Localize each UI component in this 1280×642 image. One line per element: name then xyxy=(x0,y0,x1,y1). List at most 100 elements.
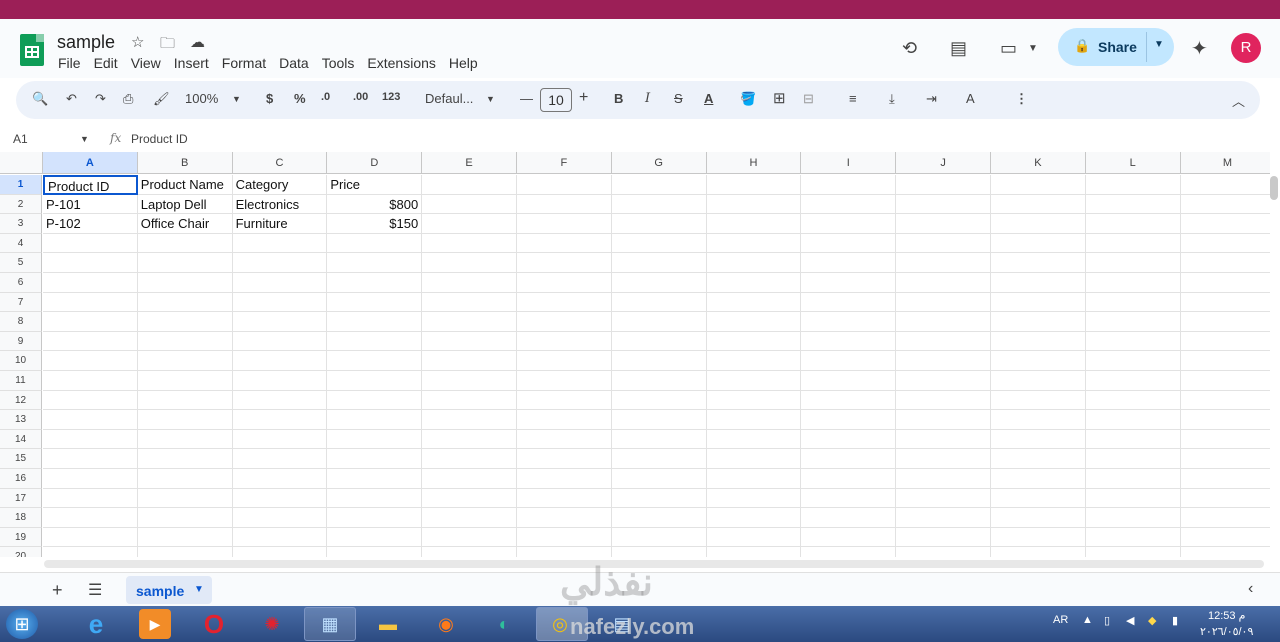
cell-c4[interactable] xyxy=(232,233,328,254)
cell-a2[interactable]: P-101 xyxy=(43,194,138,215)
menu-edit[interactable]: Edit xyxy=(94,55,118,71)
cell-k5[interactable] xyxy=(991,253,1086,273)
cell-g11[interactable] xyxy=(611,371,707,391)
cell-c14[interactable] xyxy=(232,429,328,450)
cell-a20[interactable] xyxy=(43,547,138,557)
cell-e5[interactable] xyxy=(422,253,517,273)
cell-k15[interactable] xyxy=(991,449,1086,469)
cell-j2[interactable] xyxy=(896,194,991,215)
cell-e12[interactable] xyxy=(422,390,517,411)
cell-m20[interactable] xyxy=(1181,547,1270,557)
undo-icon[interactable]: ↶ xyxy=(66,91,77,107)
cell-b10[interactable] xyxy=(137,351,233,371)
cell-a4[interactable] xyxy=(43,233,138,254)
menu-extensions[interactable]: Extensions xyxy=(367,55,435,71)
cell-f15[interactable] xyxy=(517,449,612,469)
cell-g17[interactable] xyxy=(611,488,707,509)
tray-expand-icon[interactable]: ▲ xyxy=(1082,614,1093,626)
cell-g3[interactable] xyxy=(611,214,707,234)
more-formats-button[interactable]: 123 xyxy=(382,91,400,103)
cell-k19[interactable] xyxy=(991,527,1086,548)
comments-icon[interactable]: ▤ xyxy=(950,38,967,59)
cloud-icon[interactable]: ☁ xyxy=(190,33,205,51)
cell-j10[interactable] xyxy=(896,351,991,371)
cell-f10[interactable] xyxy=(517,351,612,371)
cell-a6[interactable] xyxy=(43,273,138,293)
collapse-side-panel-icon[interactable]: ‹ xyxy=(1248,580,1253,598)
cell-c18[interactable] xyxy=(232,508,328,528)
cell-g16[interactable] xyxy=(611,469,707,489)
merge-cells-icon[interactable]: ⊟ xyxy=(803,91,814,107)
row-header-13[interactable]: 13 xyxy=(0,410,42,430)
cell-d1[interactable]: Price xyxy=(327,175,423,195)
cell-j18[interactable] xyxy=(896,508,991,528)
row-header-9[interactable]: 9 xyxy=(0,331,42,352)
column-header-i[interactable]: I xyxy=(801,152,897,174)
cell-j14[interactable] xyxy=(896,429,991,450)
row-header-11[interactable]: 11 xyxy=(0,371,42,391)
cell-b3[interactable]: Office Chair xyxy=(137,214,233,234)
cell-g13[interactable] xyxy=(611,410,707,430)
cell-i1[interactable] xyxy=(801,175,897,195)
cell-e4[interactable] xyxy=(422,233,517,254)
cell-e7[interactable] xyxy=(422,292,517,313)
cell-m1[interactable] xyxy=(1180,175,1270,195)
cell-l4[interactable] xyxy=(1085,233,1181,254)
cell-i18[interactable] xyxy=(801,508,897,528)
menu-tools[interactable]: Tools xyxy=(322,55,355,71)
cell-a8[interactable] xyxy=(43,312,138,332)
cell-d8[interactable] xyxy=(327,312,423,332)
cell-a1[interactable]: Product ID xyxy=(43,175,138,195)
cell-h8[interactable] xyxy=(706,312,802,332)
clock-time[interactable]: 12:53 م xyxy=(1208,609,1245,622)
cell-a15[interactable] xyxy=(43,449,138,469)
text-wrapping-icon[interactable]: ⇥ xyxy=(926,91,937,107)
cell-j20[interactable] xyxy=(896,547,991,557)
cell-h17[interactable] xyxy=(706,488,802,509)
cell-m11[interactable] xyxy=(1180,371,1270,391)
cell-f11[interactable] xyxy=(517,371,612,391)
cell-j17[interactable] xyxy=(896,488,991,509)
cell-b18[interactable] xyxy=(137,508,233,528)
cell-j9[interactable] xyxy=(896,331,991,352)
font-family-select[interactable]: Defaul... xyxy=(425,91,473,106)
italic-button[interactable]: I xyxy=(645,91,650,106)
sheet-tab-sample[interactable]: sample ▼ xyxy=(126,576,212,604)
cell-k6[interactable] xyxy=(991,273,1086,293)
cell-g4[interactable] xyxy=(611,233,707,254)
cell-b20[interactable] xyxy=(138,547,233,557)
all-sheets-icon[interactable]: ☰ xyxy=(88,580,102,600)
cell-l2[interactable] xyxy=(1085,194,1181,215)
share-chevron-down-icon[interactable]: ▼ xyxy=(1154,39,1164,50)
share-button[interactable]: 🔒 Share ▼ xyxy=(1058,28,1174,66)
firefox-icon[interactable]: ◉ xyxy=(430,609,462,639)
cell-b9[interactable] xyxy=(137,331,233,352)
text-rotation-icon[interactable]: A xyxy=(966,91,975,106)
cell-c17[interactable] xyxy=(232,488,328,509)
menu-help[interactable]: Help xyxy=(449,55,478,71)
select-all-corner[interactable] xyxy=(0,152,43,174)
cell-b12[interactable] xyxy=(137,390,233,411)
cell-g18[interactable] xyxy=(611,508,707,528)
cell-l11[interactable] xyxy=(1085,371,1181,391)
cell-d15[interactable] xyxy=(327,449,423,469)
column-header-k[interactable]: K xyxy=(991,152,1086,174)
text-color-button[interactable]: A xyxy=(704,91,713,106)
cell-l3[interactable] xyxy=(1085,214,1181,234)
cell-h1[interactable] xyxy=(706,175,802,195)
row-header-6[interactable]: 6 xyxy=(0,273,42,293)
cell-d7[interactable] xyxy=(327,292,423,313)
paint-format-icon[interactable]: 🖌 xyxy=(153,91,170,107)
cell-g8[interactable] xyxy=(611,312,707,332)
cell-j8[interactable] xyxy=(896,312,991,332)
cell-b5[interactable] xyxy=(137,253,233,273)
cell-m2[interactable] xyxy=(1180,195,1270,215)
cell-k11[interactable] xyxy=(991,371,1086,391)
cell-i14[interactable] xyxy=(801,429,897,450)
cell-m6[interactable] xyxy=(1180,273,1270,293)
cell-i11[interactable] xyxy=(801,371,897,391)
cell-a17[interactable] xyxy=(43,488,138,509)
cell-m8[interactable] xyxy=(1180,312,1270,332)
cell-b2[interactable]: Laptop Dell xyxy=(137,194,233,215)
cell-h19[interactable] xyxy=(706,527,802,548)
